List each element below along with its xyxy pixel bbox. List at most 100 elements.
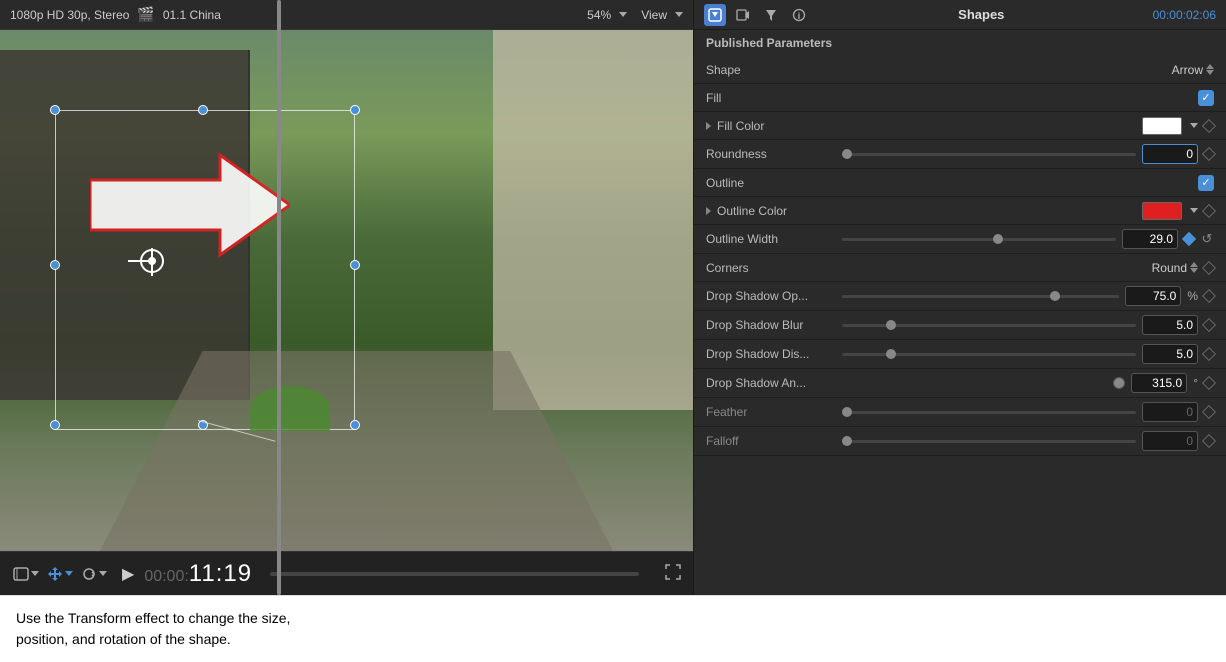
- corners-up-arrow[interactable]: [1190, 262, 1198, 267]
- video-toolbar: 1080p HD 30p, Stereo 🎬 01.1 China 54% Vi…: [0, 0, 693, 30]
- feather-thumb[interactable]: [842, 407, 852, 417]
- panel-icon-info[interactable]: i: [788, 4, 810, 26]
- control-point-bl[interactable]: [50, 420, 60, 430]
- falloff-value[interactable]: 0: [1142, 431, 1198, 451]
- svg-text:i: i: [798, 11, 801, 21]
- outline-checkbox[interactable]: [1198, 175, 1214, 191]
- playhead: [277, 0, 281, 595]
- panel-icon-shapes[interactable]: [704, 4, 726, 26]
- panel-header: i Shapes 00:00:02:06: [694, 0, 1226, 30]
- fill-color-label: Fill Color: [706, 119, 836, 133]
- drop-shadow-angle-dial[interactable]: [1113, 377, 1125, 389]
- transform-chevron-icon: [65, 571, 73, 576]
- corners-arrows[interactable]: [1190, 262, 1198, 273]
- drop-shadow-op-value[interactable]: 75.0: [1125, 286, 1181, 306]
- shape-arrows[interactable]: [1206, 64, 1214, 75]
- transform-tool-button[interactable]: [46, 560, 74, 588]
- feather-label: Feather: [706, 405, 836, 419]
- panel-icon-filter[interactable]: [760, 4, 782, 26]
- outline-color-keyframe[interactable]: [1202, 203, 1216, 217]
- caption-line2: position, and rotation of the shape.: [16, 631, 231, 647]
- outline-color-chevron-icon[interactable]: [1190, 208, 1198, 213]
- param-row-outline-color: Outline Color: [694, 197, 1226, 225]
- feather-slider[interactable]: [842, 411, 1136, 414]
- drop-shadow-blur-label: Drop Shadow Blur: [706, 318, 836, 332]
- fullscreen-button[interactable]: [665, 564, 681, 583]
- panel-title: Shapes: [820, 7, 1143, 22]
- panel-section: i Shapes 00:00:02:06 Published Parameter…: [693, 0, 1226, 595]
- feather-keyframe[interactable]: [1202, 405, 1216, 419]
- fill-color-expand-icon[interactable]: [706, 122, 711, 130]
- outline-width-value[interactable]: 29.0: [1122, 229, 1178, 249]
- outline-width-thumb[interactable]: [993, 234, 1003, 244]
- shape-down-arrow[interactable]: [1206, 70, 1214, 75]
- drop-shadow-dis-slider[interactable]: [842, 353, 1136, 356]
- outline-width-reset-icon[interactable]: ↺: [1200, 232, 1214, 246]
- control-point-ml[interactable]: [50, 260, 60, 270]
- drop-shadow-blur-value[interactable]: 5.0: [1142, 315, 1198, 335]
- outline-width-value-area: 29.0 ↺: [842, 229, 1214, 249]
- film-icon: 🎬: [137, 6, 154, 23]
- shape-value-area: Arrow: [842, 63, 1214, 77]
- outline-color-swatch[interactable]: [1142, 202, 1182, 220]
- falloff-keyframe[interactable]: [1202, 434, 1216, 448]
- shape-stepper[interactable]: Arrow: [1172, 63, 1214, 77]
- drop-shadow-blur-keyframe[interactable]: [1202, 318, 1216, 332]
- viewer-chevron-icon: [31, 571, 39, 576]
- drop-shadow-op-slider[interactable]: [842, 295, 1119, 298]
- drop-shadow-dis-value[interactable]: 5.0: [1142, 344, 1198, 364]
- roundness-value[interactable]: 0: [1142, 144, 1198, 164]
- timecode-display: 00:00: 11:19: [144, 560, 252, 588]
- fill-checkbox[interactable]: [1198, 90, 1214, 106]
- fill-color-keyframe[interactable]: [1202, 118, 1216, 132]
- drop-shadow-blur-thumb[interactable]: [886, 320, 896, 330]
- caption-area: Use the Transform effect to change the s…: [0, 595, 1226, 662]
- control-point-br[interactable]: [350, 420, 360, 430]
- viewer-options-button[interactable]: [12, 560, 40, 588]
- param-row-feather: Feather 0: [694, 398, 1226, 427]
- control-point-mr[interactable]: [350, 260, 360, 270]
- roundness-value-area: 0: [842, 144, 1214, 164]
- outline-width-slider[interactable]: [842, 238, 1116, 241]
- drop-shadow-an-keyframe[interactable]: [1202, 376, 1216, 390]
- corners-value: Round: [1152, 261, 1187, 275]
- corners-stepper[interactable]: Round: [1152, 261, 1198, 275]
- video-section: 1080p HD 30p, Stereo 🎬 01.1 China 54% Vi…: [0, 0, 693, 595]
- zoom-control[interactable]: 54% View: [587, 8, 683, 22]
- param-row-roundness: Roundness 0: [694, 140, 1226, 169]
- drop-shadow-an-value-area: 315.0 °: [842, 373, 1214, 393]
- roundness-label: Roundness: [706, 147, 836, 161]
- drop-shadow-dis-keyframe[interactable]: [1202, 347, 1216, 361]
- outline-color-expand-icon[interactable]: [706, 207, 711, 215]
- timecode-value: 11:19: [189, 560, 252, 588]
- fill-value-area: [842, 90, 1214, 106]
- fill-color-chevron-icon[interactable]: [1190, 123, 1198, 128]
- drop-shadow-an-value[interactable]: 315.0: [1131, 373, 1187, 393]
- falloff-thumb[interactable]: [842, 436, 852, 446]
- drop-shadow-dis-thumb[interactable]: [886, 349, 896, 359]
- loop-button[interactable]: [80, 560, 108, 588]
- drop-shadow-an-label: Drop Shadow An...: [706, 376, 836, 390]
- control-point-tm[interactable]: [198, 105, 208, 115]
- drop-shadow-op-suffix: %: [1187, 289, 1198, 303]
- roundness-thumb[interactable]: [842, 149, 852, 159]
- drop-shadow-op-thumb[interactable]: [1050, 291, 1060, 301]
- outline-color-label: Outline Color: [706, 204, 836, 218]
- control-point-tr[interactable]: [350, 105, 360, 115]
- play-button[interactable]: ▶: [122, 564, 134, 584]
- roundness-slider[interactable]: [842, 153, 1136, 156]
- corners-keyframe[interactable]: [1202, 260, 1216, 274]
- timeline-scrubber[interactable]: [270, 572, 639, 576]
- control-point-tl[interactable]: [50, 105, 60, 115]
- feather-value[interactable]: 0: [1142, 402, 1198, 422]
- fill-color-swatch[interactable]: [1142, 117, 1182, 135]
- roundness-keyframe[interactable]: [1202, 147, 1216, 161]
- falloff-slider[interactable]: [842, 440, 1136, 443]
- corners-down-arrow[interactable]: [1190, 268, 1198, 273]
- shape-up-arrow[interactable]: [1206, 64, 1214, 69]
- drop-shadow-blur-slider[interactable]: [842, 324, 1136, 327]
- outline-width-keyframe[interactable]: [1182, 232, 1196, 246]
- param-row-drop-shadow-blur: Drop Shadow Blur 5.0: [694, 311, 1226, 340]
- drop-shadow-op-keyframe[interactable]: [1202, 289, 1216, 303]
- panel-icon-video[interactable]: [732, 4, 754, 26]
